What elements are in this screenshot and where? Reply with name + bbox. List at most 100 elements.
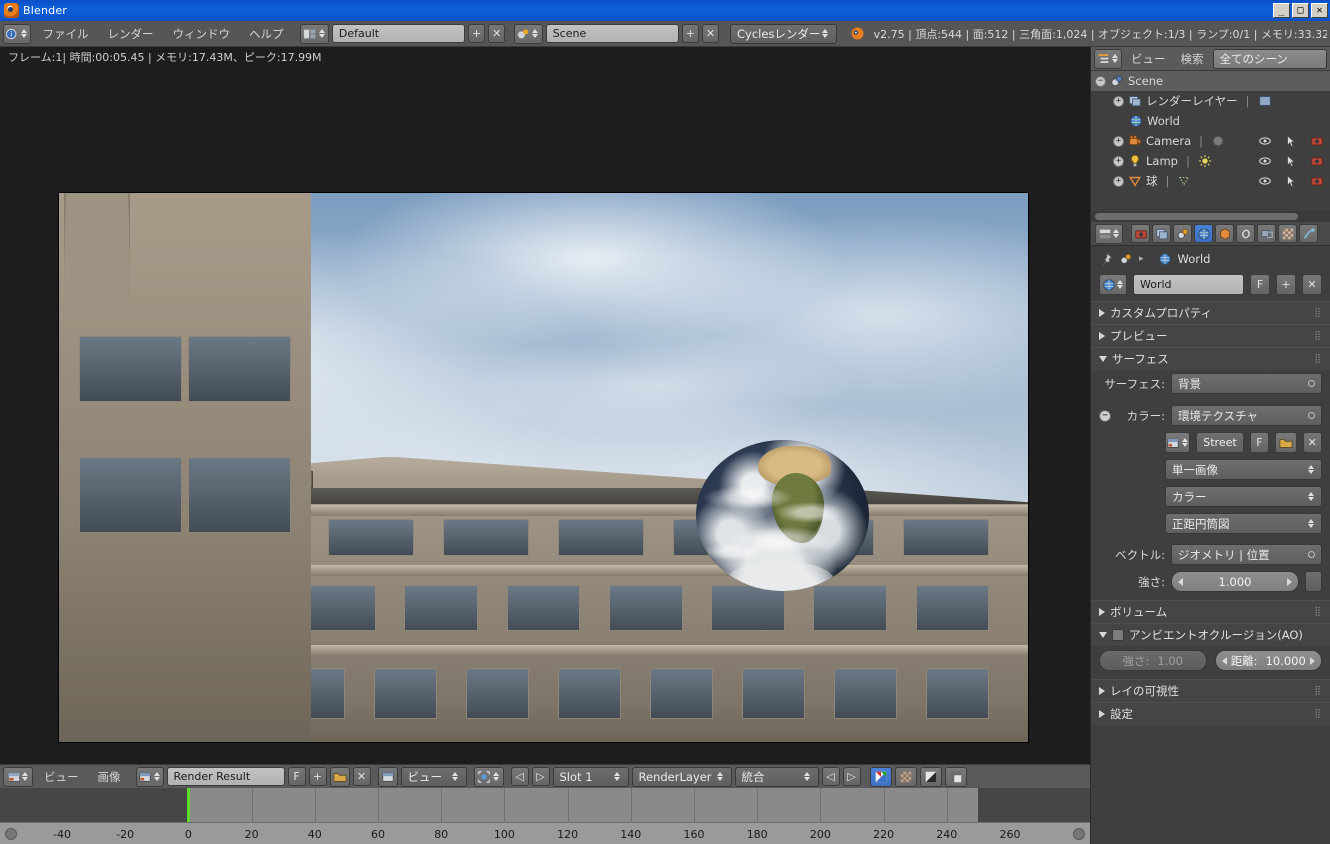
cursor-select-icon[interactable] — [1284, 154, 1298, 168]
render-layer-dropdown[interactable]: RenderLayer — [631, 766, 732, 787]
outliner-row-lamp[interactable]: + Lamp | — [1091, 151, 1330, 171]
ao-factor-field[interactable]: 強さ: 1.00 — [1099, 650, 1207, 671]
minimize-button[interactable]: _ — [1273, 3, 1290, 18]
pin-icon[interactable] — [1099, 252, 1113, 266]
tab-particles[interactable] — [1299, 224, 1318, 243]
image-editor[interactable]: フレーム:1| 時間:00:05.45 | メモリ:17.43M、ピーク:17.… — [0, 47, 1090, 764]
world-datablock-icon[interactable] — [1099, 274, 1127, 295]
render-slot-dropdown[interactable]: Slot 1 — [552, 766, 629, 787]
screen-add-button[interactable]: + — [467, 24, 486, 43]
texture-source-dropdown[interactable]: 単一画像 — [1165, 459, 1322, 480]
lamp-data-icon[interactable] — [1198, 154, 1212, 168]
image-datablock-icon[interactable] — [135, 766, 164, 787]
chevron-down-icon[interactable] — [1099, 632, 1107, 638]
render-camera-icon[interactable] — [1310, 154, 1324, 168]
menu-file[interactable]: ファイル — [34, 24, 96, 44]
timeline-ruler[interactable]: -40 -20 0 20 40 60 80 100 120 140 160 180 200 220 240 2… — [0, 822, 1090, 844]
panel-grip-icon[interactable]: ⣿ — [1314, 308, 1322, 318]
tab-renderlayers[interactable] — [1152, 224, 1171, 243]
menu-help[interactable]: ヘルプ — [241, 24, 292, 44]
chevron-right-icon[interactable] — [1099, 309, 1105, 317]
properties-editor[interactable]: ▸ World World F + ✕ カスタムプロパティ ⣿ プレビュー ⣿ … — [1090, 222, 1330, 844]
section-ambient-occlusion[interactable]: アンビエントオクルージョン(AO) 強さ: 1.00 距離: 10.000 — [1091, 623, 1330, 679]
screen-layout-field[interactable]: Default — [331, 24, 465, 43]
camera-data-icon[interactable] — [1211, 134, 1225, 148]
render-camera-icon[interactable] — [1310, 134, 1324, 148]
render-pass-dropdown[interactable]: 統合 — [734, 766, 819, 787]
texture-name-field[interactable]: Street — [1196, 432, 1244, 453]
outliner-row-camera[interactable]: + Camera | — [1091, 131, 1330, 151]
tab-scene[interactable] — [1173, 224, 1192, 243]
scene-remove-button[interactable]: ✕ — [701, 24, 720, 43]
image-datablock-icon[interactable] — [1165, 432, 1191, 453]
link-socket-icon[interactable] — [1308, 380, 1315, 387]
panel-grip-icon[interactable]: ⣿ — [1314, 709, 1322, 719]
editor-type-info-icon[interactable]: i — [3, 23, 32, 44]
tab-texture[interactable] — [1278, 224, 1297, 243]
pass-next-button[interactable]: ▷ — [842, 767, 861, 786]
world-fake-user-button[interactable]: F — [1250, 274, 1270, 295]
image-menu-view[interactable]: ビュー — [36, 767, 87, 787]
eye-icon[interactable] — [1258, 154, 1272, 168]
chevron-right-icon[interactable] — [1099, 687, 1105, 695]
timeline-playhead[interactable] — [187, 788, 191, 822]
menu-render[interactable]: レンダー — [99, 24, 161, 44]
link-socket-icon[interactable] — [1308, 412, 1315, 419]
outliner-menu-search[interactable]: 検索 — [1175, 49, 1210, 69]
panel-grip-icon[interactable]: ⣿ — [1314, 354, 1322, 364]
section-preview[interactable]: プレビュー ⣿ — [1091, 324, 1330, 347]
rendered-image[interactable] — [59, 193, 1028, 742]
texture-unlink-button[interactable]: ✕ — [1302, 432, 1322, 453]
scene-icon[interactable] — [514, 23, 543, 44]
panel-grip-icon[interactable]: ⣿ — [1314, 331, 1322, 341]
outliner-editor-icon[interactable] — [1094, 48, 1122, 69]
strength-slider[interactable]: 1.000 — [1171, 571, 1299, 592]
pass-prev-button[interactable]: ◁ — [821, 767, 840, 786]
render-engine-dropdown[interactable]: Cyclesレンダー — [730, 23, 837, 44]
timeline-editor[interactable]: -40 -20 0 20 40 60 80 100 120 140 160 180 200 220 240 2… — [0, 788, 1090, 844]
outliner-restriction-toggles[interactable] — [1258, 154, 1324, 168]
chevron-right-icon[interactable] — [1099, 710, 1105, 718]
section-settings[interactable]: 設定 ⣿ — [1091, 702, 1330, 725]
link-socket-icon[interactable] — [1308, 551, 1315, 558]
outliner-tree[interactable]: − Scene + レンダーレイヤー | World + Camera | + … — [1091, 71, 1330, 211]
tab-modifiers[interactable] — [1257, 224, 1276, 243]
properties-editor-icon[interactable] — [1095, 223, 1123, 244]
panel-grip-icon[interactable]: ⣿ — [1314, 607, 1322, 617]
outliner-row-renderlayers[interactable]: + レンダーレイヤー | — [1091, 91, 1330, 111]
tab-object[interactable] — [1215, 224, 1234, 243]
outliner-menu-view[interactable]: ビュー — [1125, 49, 1172, 69]
link-socket-icon[interactable] — [1305, 571, 1322, 592]
image-editor-icon[interactable] — [3, 766, 33, 787]
menu-window[interactable]: ウィンドウ — [164, 24, 238, 44]
panel-grip-icon[interactable]: ⣿ — [1314, 686, 1322, 696]
section-custom-properties[interactable]: カスタムプロパティ ⣿ — [1091, 301, 1330, 324]
image-add-button[interactable]: + — [308, 767, 327, 786]
eye-icon[interactable] — [1258, 134, 1272, 148]
renderlayer-data-icon[interactable] — [1258, 94, 1272, 108]
outliner-row-sphere[interactable]: + 球 | — [1091, 171, 1330, 191]
editor-type-spinner[interactable] — [20, 29, 29, 38]
cursor-select-icon[interactable] — [1284, 174, 1298, 188]
properties-tab-bar[interactable] — [1091, 222, 1330, 246]
slot-next-button[interactable]: ▷ — [531, 767, 550, 786]
outliner-restriction-toggles[interactable] — [1258, 174, 1324, 188]
scene-field[interactable]: Scene — [545, 24, 679, 43]
image-name-field[interactable]: Render Result — [166, 767, 285, 786]
section-volume[interactable]: ボリューム ⣿ — [1091, 600, 1330, 623]
image-fake-user-button[interactable]: F — [287, 767, 306, 786]
tab-constraints[interactable] — [1236, 224, 1255, 243]
alpha-icon[interactable] — [919, 766, 942, 787]
scene-add-button[interactable]: + — [681, 24, 699, 43]
texture-projection-dropdown[interactable]: 正距円筒図 — [1165, 513, 1322, 534]
world-unlink-button[interactable]: ✕ — [1302, 274, 1322, 295]
eye-icon[interactable] — [1258, 174, 1272, 188]
mesh-data-icon[interactable] — [1177, 174, 1191, 188]
outliner-row-world[interactable]: World — [1091, 111, 1330, 131]
pivot-icon[interactable] — [473, 766, 504, 787]
expand-toggle[interactable]: + — [1113, 95, 1124, 107]
chevron-right-icon[interactable] — [1099, 332, 1105, 340]
expand-toggle[interactable]: − — [1095, 75, 1106, 87]
color-and-alpha-icon[interactable] — [869, 766, 892, 787]
ao-enable-checkbox[interactable] — [1112, 629, 1124, 641]
